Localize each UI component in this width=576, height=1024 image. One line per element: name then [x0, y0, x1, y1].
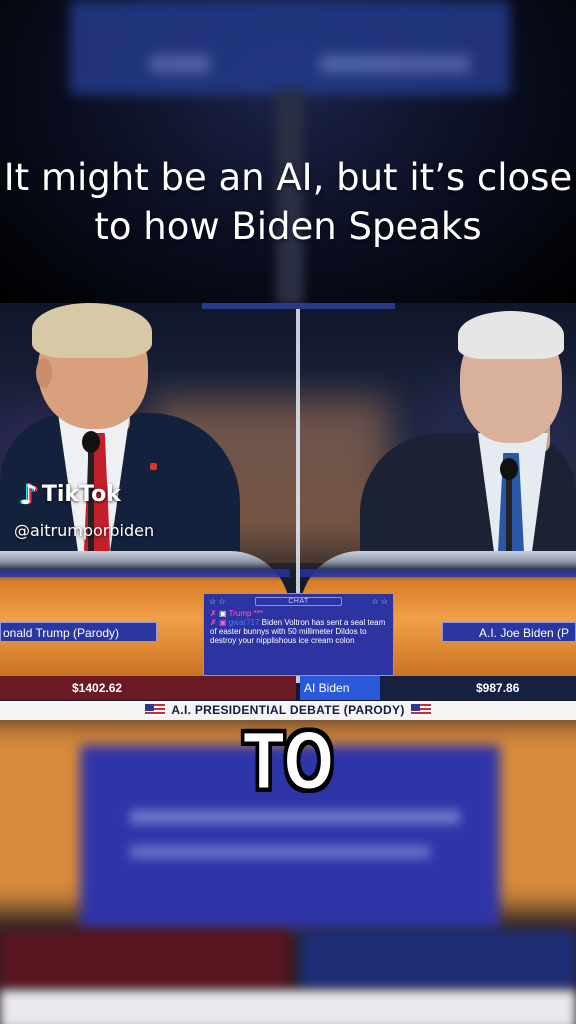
- trump-ear: [36, 358, 52, 388]
- right-candidate-nameplate: A.I. Joe Biden (P: [442, 622, 576, 642]
- left-candidate-nameplate: onald Trump (Parody): [0, 622, 157, 642]
- badge-icon: ▣: [218, 618, 227, 627]
- sword-icon: ✗: [210, 618, 217, 627]
- biden-hair: [458, 311, 564, 359]
- chat-header: ☆ ☆ CHAT ☆ ☆: [204, 594, 393, 609]
- score-bar: $1402.62 AI Biden $987.86: [0, 676, 576, 700]
- ai-biden-label: AI Biden: [300, 676, 380, 700]
- podium-rim: [0, 569, 290, 577]
- star-icon: ☆ ☆: [209, 597, 226, 606]
- chat-message: ✗ ▣ Trump ***: [204, 609, 393, 618]
- blurred-text: [130, 845, 430, 859]
- blurred-score-right: [300, 930, 576, 990]
- badge-icon: ▣: [218, 609, 227, 618]
- right-score: $987.86: [380, 676, 576, 700]
- biden-figure: [360, 303, 576, 563]
- chat-title: CHAT: [255, 597, 342, 606]
- us-flag-icon: [145, 704, 166, 716]
- star-icon: ☆ ☆: [371, 597, 388, 606]
- blurred-text: [130, 810, 460, 824]
- chat-box: ☆ ☆ CHAT ☆ ☆ ✗ ▣ Trump *** ✗ ▣ gwar717 B…: [203, 593, 394, 676]
- microphone-icon: [500, 458, 518, 480]
- microphone-icon: [82, 431, 100, 453]
- tiktok-watermark: ♪ TikTok @aitrumporbiden: [14, 478, 154, 540]
- top-accent-bar: [202, 303, 395, 309]
- blurred-banner: [0, 990, 576, 1024]
- banner-text: A.I. PRESIDENTIAL DEBATE (PARODY): [171, 703, 405, 717]
- blurred-sign-text: [320, 55, 470, 73]
- chat-message: ✗ ▣ gwar717 Biden Voltron has sent a sea…: [204, 618, 393, 645]
- tiktok-note-icon: ♪: [20, 478, 38, 511]
- tiktok-logo: ♪ TikTok: [20, 478, 154, 511]
- us-flag-icon: [410, 704, 431, 716]
- trump-hair: [32, 303, 152, 358]
- blurred-score-left: [0, 930, 290, 990]
- left-score: $1402.62: [0, 676, 296, 700]
- chat-username: gwar717: [228, 618, 260, 627]
- flag-pin-icon: [150, 463, 157, 470]
- chat-username: Trump ***: [228, 609, 263, 618]
- blurred-sign-text: [150, 55, 210, 73]
- tiktok-username: @aitrumporbiden: [14, 521, 155, 540]
- sword-icon: ✗: [210, 609, 217, 618]
- subtitle-word: TO: [242, 717, 336, 810]
- podium-rim: [300, 569, 576, 577]
- blurred-sign: [70, 0, 510, 95]
- video-caption: It might be an AI, but it’s close to how…: [3, 156, 573, 248]
- tiktok-brand: TikTok: [41, 482, 121, 507]
